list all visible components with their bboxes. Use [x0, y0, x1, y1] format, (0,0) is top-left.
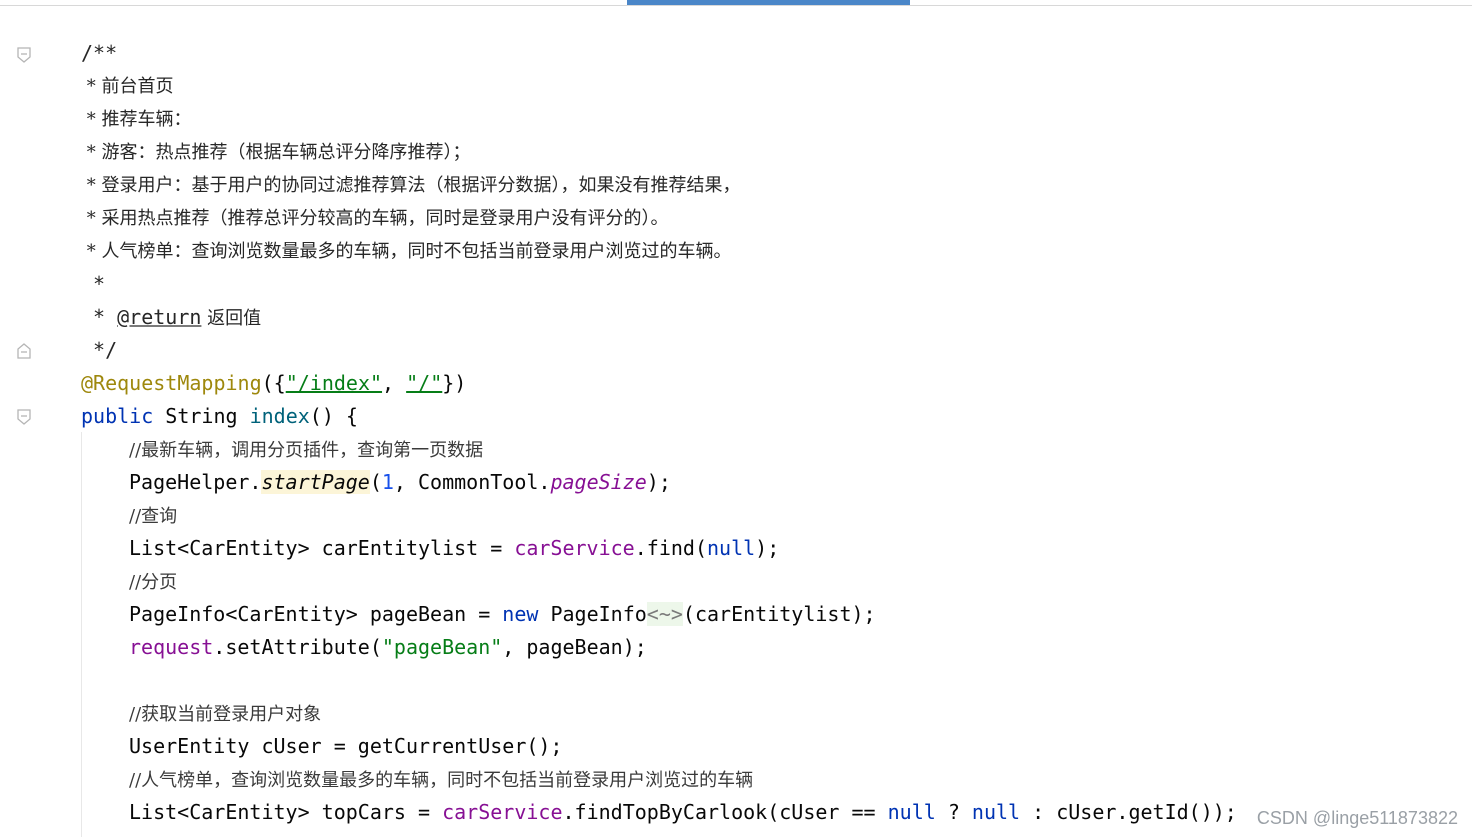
method-signature: public String index() {: [81, 400, 358, 433]
diamond-inlay-hint[interactable]: <~>: [646, 602, 683, 626]
annotation-close: }): [442, 371, 467, 395]
code-token: , pageBean);: [502, 635, 647, 659]
code-comment: //最新车辆，调用分页插件，查询第一页数据: [129, 433, 483, 466]
fold-collapse-icon[interactable]: [15, 408, 33, 426]
code-line-getcurrentuser: UserEntity cUser = getCurrentUser();: [129, 734, 563, 758]
field-carservice[interactable]: carService: [514, 536, 634, 560]
code-token: PageHelper.: [129, 470, 262, 494]
annotation-sep: ,: [382, 371, 407, 395]
code-token: );: [646, 470, 671, 494]
code-token: .find(: [634, 536, 707, 560]
code-line-pageinfo: PageInfo<CarEntity> pageBean = new PageI…: [129, 598, 876, 631]
doc-comment-line: * 采用热点推荐（推荐总评分较高的车辆，同时是登录用户没有评分的）。: [81, 208, 669, 229]
doc-comment-close: */: [81, 338, 118, 362]
doc-comment-line: * 登录用户：基于用户的协同过滤推荐算法（根据评分数据），如果没有推荐结果，: [81, 175, 741, 196]
doc-star: *: [81, 305, 118, 329]
code-token: PageInfo<CarEntity> pageBean =: [129, 602, 503, 626]
comment-text: //人气榜单，查询浏览数量最多的车辆，同时不包括当前登录用户浏览过的车辆: [129, 770, 754, 791]
code-comment: //查询: [129, 499, 177, 532]
field-request[interactable]: request: [129, 635, 213, 659]
code-token: : cUser.getId());: [1020, 800, 1237, 824]
number-literal: 1: [381, 470, 394, 494]
keyword-null: null: [887, 800, 936, 824]
code-token: PageInfo: [538, 602, 647, 626]
comment-text: //查询: [129, 506, 178, 527]
doc-comment-line: * 游客：热点推荐（根据车辆总评分降序推荐）；: [81, 142, 471, 163]
keyword-null: null: [706, 536, 756, 560]
watermark: CSDN @linge511873822: [1256, 808, 1458, 828]
code-comment: //分页: [129, 565, 177, 598]
code-token: (carEntitylist);: [682, 602, 876, 626]
keyword-public: public: [81, 404, 154, 428]
comment-text: //最新车辆，调用分页插件，查询第一页数据: [129, 440, 484, 461]
doc-comment-open: /**: [81, 41, 118, 65]
annotation-name: @RequestMapping: [81, 371, 262, 395]
code-token: ?: [935, 800, 972, 824]
fold-collapse-icon[interactable]: [15, 46, 33, 64]
method-params: () {: [309, 404, 358, 428]
annotation-open: ({: [261, 371, 286, 395]
code-token: List<CarEntity> topCars =: [129, 800, 443, 824]
request-mapping-line: @RequestMapping({"/index", "/"}): [81, 367, 466, 400]
comment-text: //获取当前登录用户对象: [129, 704, 322, 725]
static-field-pagesize[interactable]: pageSize: [550, 470, 646, 494]
code-token: , CommonTool.: [393, 470, 551, 494]
field-carservice[interactable]: carService: [442, 800, 562, 824]
return-tag: @return: [117, 305, 202, 329]
doc-comment-line: * 人气榜单：查询浏览数量最多的车辆，同时不包括当前登录用户浏览过的车辆。: [81, 241, 732, 262]
code-token: .setAttribute(: [213, 635, 382, 659]
active-tab-indicator[interactable]: [627, 0, 910, 5]
code-comment: //人气榜单，查询浏览数量最多的车辆，同时不包括当前登录用户浏览过的车辆: [129, 763, 753, 796]
code-line-topcars: List<CarEntity> topCars = carService.fin…: [129, 796, 1237, 829]
path-root-link[interactable]: "/": [406, 371, 442, 395]
doc-comment-line: *: [81, 272, 106, 296]
doc-comment-line: * 前台首页: [81, 76, 174, 97]
code-comment: //获取当前登录用户对象: [129, 697, 321, 730]
keyword-null: null: [971, 800, 1021, 824]
comment-text: //分页: [129, 572, 178, 593]
string-literal: "pageBean": [381, 635, 503, 659]
code-token: .findTopByCarlook(cUser ==: [562, 800, 888, 824]
editor-gutter: [0, 6, 50, 837]
return-type: String: [153, 404, 250, 428]
method-name[interactable]: index: [250, 404, 310, 428]
code-token: );: [755, 536, 780, 560]
indent-guide: [81, 432, 82, 837]
path-index-link[interactable]: "/index": [286, 371, 382, 395]
return-description: 返回值: [201, 308, 262, 329]
doc-return-line: * @return 返回值: [81, 301, 261, 334]
code-token: (: [369, 470, 382, 494]
code-line-setattribute: request.setAttribute("pageBean", pageBea…: [129, 631, 647, 664]
keyword-new: new: [502, 602, 539, 626]
code-token: List<CarEntity> carEntitylist =: [129, 536, 515, 560]
static-method-startpage[interactable]: startPage: [261, 470, 370, 494]
doc-comment-line: * 推荐车辆：: [81, 109, 192, 130]
code-line-startpage: PageHelper.startPage(1, CommonTool.pageS…: [129, 466, 671, 499]
code-line-find: List<CarEntity> carEntitylist = carServi…: [129, 532, 779, 565]
fold-end-icon[interactable]: [15, 342, 33, 360]
